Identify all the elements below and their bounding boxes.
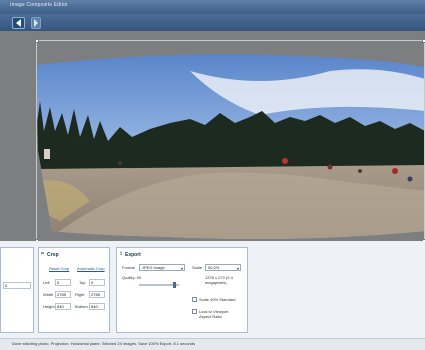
chevron-down-icon: ▾ [180, 266, 183, 271]
width-field[interactable]: 2755 [55, 291, 71, 298]
lock-aspect-checkbox[interactable] [192, 309, 197, 314]
left-stub-field[interactable]: 0 [3, 282, 31, 289]
right-label: Right [75, 292, 85, 297]
crop-group-title: Crop [47, 252, 59, 258]
format-label: Format [122, 265, 135, 270]
height-label: Height [43, 304, 55, 309]
scale-label: Scale [192, 265, 203, 270]
bottom-field[interactable]: 540 [89, 303, 105, 310]
forward-button[interactable] [31, 17, 41, 29]
height-field[interactable]: 540 [55, 303, 71, 310]
scale-value: 50.0% [208, 265, 220, 270]
lock-aspect-label: Lock to Viewport Aspect Ratio [199, 309, 229, 319]
title-bar: Image Composite Editor [0, 0, 425, 14]
status-bar: Done stitching photo. Projection: Horizo… [0, 338, 425, 350]
chevron-down-icon: ▾ [236, 266, 239, 271]
quality-label: Quality: 90 [122, 275, 142, 280]
window-title: Image Composite Editor [10, 2, 69, 8]
left-label: Left [43, 280, 50, 285]
export-icon: ⇪ [119, 251, 124, 257]
export-group-title: Export [125, 252, 141, 258]
bottom-panel: 0 ⌗ Crop Reset Crop Automatic Crop Left … [0, 241, 425, 349]
width-label: Width [43, 292, 54, 297]
quality-slider-thumb[interactable] [173, 282, 176, 288]
back-button[interactable] [12, 17, 25, 29]
top-field[interactable]: 0 [89, 279, 105, 286]
top-label: Top [79, 280, 86, 285]
status-text: Done stitching photo. Projection: Horizo… [12, 341, 195, 346]
right-field[interactable]: 2755 [89, 291, 105, 298]
size-note: 1378 x 270 (0.4 megapixels) [205, 275, 233, 285]
crop-icon: ⌗ [41, 251, 44, 257]
toolbar [0, 14, 425, 32]
crop-handle-top-left[interactable] [35, 39, 39, 43]
left-stub-group: 0 [0, 247, 34, 333]
scale-standard-label: Scale 40% Standard [199, 297, 236, 302]
bottom-label: Bottom [75, 304, 88, 309]
quality-slider[interactable] [139, 282, 179, 288]
format-value: JPEG Image [142, 265, 165, 270]
crop-rectangle[interactable] [35, 39, 425, 243]
back-arrow-icon [16, 19, 21, 27]
left-field[interactable]: 0 [55, 279, 71, 286]
forward-icon [34, 19, 38, 27]
scale-standard-checkbox[interactable] [192, 297, 197, 302]
crop-group: ⌗ Crop Reset Crop Automatic Crop Left 0 … [38, 247, 110, 333]
automatic-crop-link[interactable]: Automatic Crop [77, 266, 105, 271]
format-select[interactable]: JPEG Image ▾ [139, 264, 185, 271]
scale-select[interactable]: 50.0% ▾ [205, 264, 241, 271]
reset-crop-link[interactable]: Reset Crop [49, 266, 69, 271]
export-group: ⇪ Export Format JPEG Image ▾ Quality: 90… [116, 247, 248, 333]
